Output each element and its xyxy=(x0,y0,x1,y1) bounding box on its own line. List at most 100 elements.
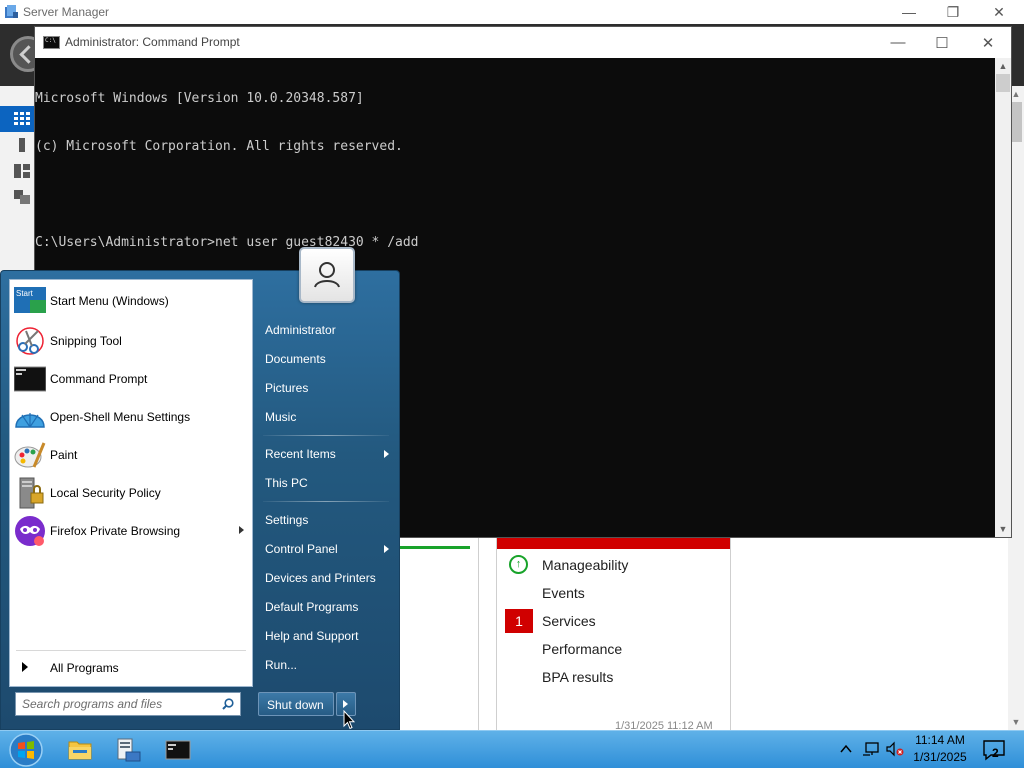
menu-item-default-programs[interactable]: Default Programs xyxy=(257,594,395,620)
program-label: Start Menu (Windows) xyxy=(50,294,169,308)
server-manager-icon[interactable] xyxy=(108,734,148,766)
notification-center-button[interactable]: 2 xyxy=(982,739,1006,761)
program-item-start-menu-windows[interactable]: Start Start Menu (Windows) xyxy=(12,282,250,320)
tile-row-bpa-results[interactable]: BPA results xyxy=(542,669,613,685)
console-line: (c) Microsoft Corporation. All rights re… xyxy=(35,139,403,154)
menu-item-label: Pictures xyxy=(265,381,309,395)
firefox-private-icon xyxy=(15,516,45,546)
role-tile: ↑ Manageability Events 1 Services Perfor… xyxy=(496,537,731,732)
menu-item-administrator[interactable]: Administrator xyxy=(257,317,395,343)
menu-item-devices-and-printers[interactable]: Devices and Printers xyxy=(257,565,395,591)
separator xyxy=(263,435,389,436)
menu-item-label: Run... xyxy=(265,658,298,672)
sidebar-item-file-storage[interactable] xyxy=(0,184,34,210)
restore-button[interactable]: ❐ xyxy=(930,0,976,24)
start-menu-icon: Start xyxy=(14,287,46,313)
program-label: Snipping Tool xyxy=(50,334,122,348)
search-box[interactable] xyxy=(15,692,241,716)
command-prompt-scrollbar[interactable]: ▲ ▼ xyxy=(995,58,1011,537)
tile-row-services[interactable]: Services xyxy=(542,613,596,629)
close-button[interactable]: ✕ xyxy=(965,27,1011,58)
menu-item-label: Devices and Printers xyxy=(265,571,376,585)
menu-item-recent-items[interactable]: Recent Items xyxy=(257,441,395,467)
command-prompt-title: Administrator: Command Prompt xyxy=(65,35,240,49)
menu-item-pictures[interactable]: Pictures xyxy=(257,375,395,401)
clock-date[interactable]: 1/31/2025 xyxy=(910,750,970,764)
command-prompt-titlebar[interactable]: Administrator: Command Prompt — ☐ ✕ xyxy=(35,27,1011,58)
sidebar-item-local-server[interactable] xyxy=(0,132,34,158)
svg-text:Start: Start xyxy=(16,289,34,298)
close-button[interactable]: ✕ xyxy=(976,0,1022,24)
start-orb-icon[interactable] xyxy=(6,732,46,768)
user-icon xyxy=(314,262,340,288)
menu-item-this-pc[interactable]: This PC xyxy=(257,470,395,496)
terminal-icon xyxy=(14,366,46,392)
chevron-up-icon[interactable] xyxy=(838,741,854,757)
menu-item-run[interactable]: Run... xyxy=(257,652,395,678)
sidebar-item-dashboard[interactable] xyxy=(0,106,34,132)
submenu-arrow-icon xyxy=(384,450,389,458)
program-label: Local Security Policy xyxy=(50,486,161,500)
minimize-button[interactable]: — xyxy=(875,27,921,58)
search-icon[interactable] xyxy=(222,698,234,710)
menu-item-control-panel[interactable]: Control Panel xyxy=(257,536,395,562)
volume-muted-icon[interactable] xyxy=(886,741,904,757)
scroll-up-icon[interactable]: ▲ xyxy=(995,58,1011,74)
menu-item-label: Help and Support xyxy=(265,629,359,643)
clock-time[interactable]: 11:14 AM xyxy=(910,733,970,747)
console-line: Microsoft Windows [Version 10.0.20348.58… xyxy=(35,91,364,106)
menu-item-help-and-support[interactable]: Help and Support xyxy=(257,623,395,649)
shutdown-label: Shut down xyxy=(267,698,324,712)
all-programs-button[interactable]: All Programs xyxy=(12,654,250,682)
all-programs-label: All Programs xyxy=(50,661,119,675)
tile-row-manageability[interactable]: Manageability xyxy=(542,557,628,573)
console-line: C:\Users\Administrator>net user guest824… xyxy=(35,235,419,250)
program-item-command-prompt[interactable]: Command Prompt xyxy=(12,360,250,398)
submenu-arrow-icon xyxy=(239,526,244,534)
palette-icon xyxy=(14,442,46,468)
user-picture[interactable] xyxy=(299,247,355,303)
program-item-snipping-tool[interactable]: Snipping Tool xyxy=(12,322,250,360)
scissors-icon xyxy=(16,327,44,355)
taskbar: 11:14 AM 1/31/2025 2 xyxy=(0,730,1024,768)
menu-item-label: Control Panel xyxy=(265,542,338,556)
menu-item-settings[interactable]: Settings xyxy=(257,507,395,533)
command-prompt-icon[interactable] xyxy=(158,734,198,766)
sidebar-item-all-servers[interactable] xyxy=(0,158,34,184)
file-explorer-icon[interactable] xyxy=(60,734,100,766)
program-item-local-security-policy[interactable]: Local Security Policy xyxy=(12,474,250,512)
server-manager-icon xyxy=(5,5,18,18)
separator xyxy=(263,501,389,502)
program-item-firefox-private[interactable]: Firefox Private Browsing xyxy=(12,512,250,550)
notification-count: 2 xyxy=(992,746,999,760)
file-storage-icon xyxy=(14,190,30,204)
minimize-button[interactable]: — xyxy=(886,0,932,24)
server-manager-sidebar xyxy=(0,86,34,272)
menu-item-label: This PC xyxy=(265,476,308,490)
separator xyxy=(16,650,246,651)
maximize-button[interactable]: ☐ xyxy=(919,27,965,58)
network-icon[interactable] xyxy=(862,741,880,757)
search-input[interactable] xyxy=(16,693,216,715)
scroll-down-icon[interactable]: ▼ xyxy=(995,521,1011,537)
services-count-badge: 1 xyxy=(505,609,533,633)
start-menu: Start Start Menu (Windows) Snipping Tool… xyxy=(0,247,400,730)
server-manager-titlebar[interactable]: Server Manager — ❐ ✕ xyxy=(0,0,1024,24)
menu-item-music[interactable]: Music xyxy=(257,404,395,430)
security-policy-icon xyxy=(19,477,44,509)
scroll-down-icon[interactable]: ▼ xyxy=(1008,714,1024,730)
menu-item-documents[interactable]: Documents xyxy=(257,346,395,372)
submenu-arrow-icon xyxy=(384,545,389,553)
tile-row-performance[interactable]: Performance xyxy=(542,641,622,657)
shell-icon xyxy=(15,413,45,428)
program-item-open-shell-settings[interactable]: Open-Shell Menu Settings xyxy=(12,398,250,436)
pinned-programs-panel: Start Start Menu (Windows) Snipping Tool… xyxy=(9,279,253,687)
scroll-thumb[interactable] xyxy=(996,74,1010,92)
tile-row-events[interactable]: Events xyxy=(542,585,585,601)
program-item-paint[interactable]: Paint xyxy=(12,436,250,474)
shutdown-button[interactable]: Shut down xyxy=(258,692,334,716)
tile-status-bar xyxy=(497,537,730,549)
program-label: Open-Shell Menu Settings xyxy=(50,410,191,424)
divider xyxy=(478,537,479,730)
